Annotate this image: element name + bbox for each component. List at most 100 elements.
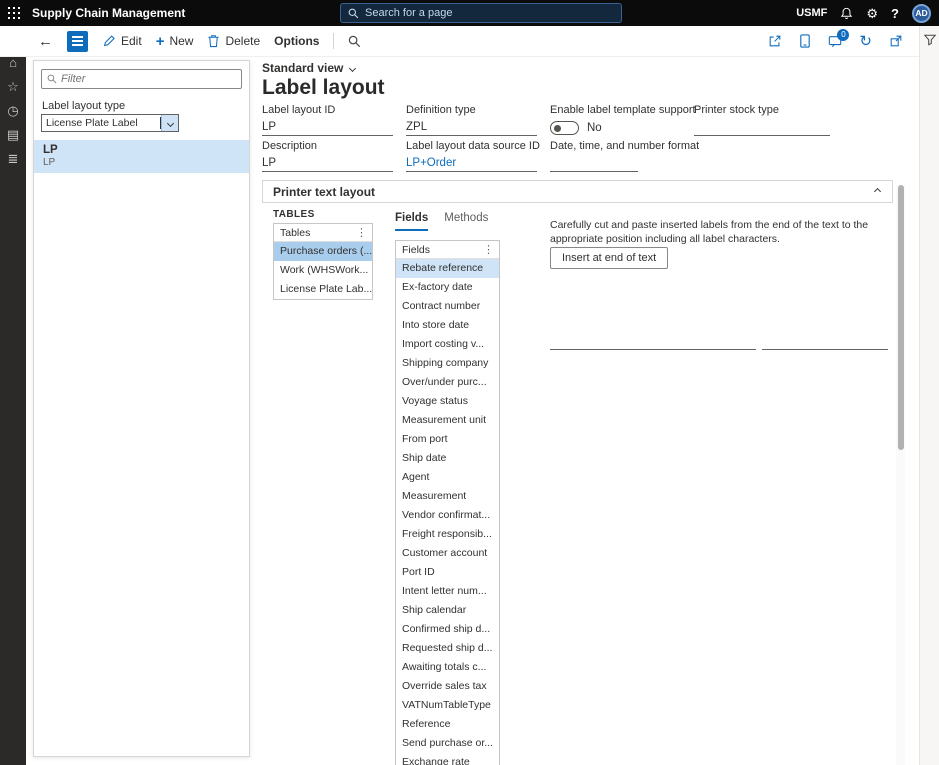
tab[interactable]: Methods <box>444 212 488 231</box>
field-data-source-id: Label layout data source ID LP+Order <box>406 140 537 172</box>
command-search-icon[interactable] <box>348 35 361 48</box>
tab-label: Fields <box>395 212 428 224</box>
insert-at-end-button[interactable]: Insert at end of text <box>550 247 668 269</box>
options-menu[interactable]: Options <box>274 34 319 48</box>
back-button[interactable]: ← <box>38 33 53 50</box>
tab[interactable]: Fields <box>395 212 428 231</box>
field-option[interactable]: Intent letter num... <box>396 582 499 601</box>
new-button[interactable]: + New <box>156 34 194 49</box>
label-text-field[interactable] <box>550 349 756 350</box>
tab-label: Methods <box>444 212 488 224</box>
field-option[interactable]: Exchange rate <box>396 753 499 765</box>
tables-header-label: Tables <box>280 227 310 239</box>
field-option[interactable]: Import costing v... <box>396 335 499 354</box>
field-option[interactable]: Ship date <box>396 449 499 468</box>
fields-header-label: Fields <box>402 244 430 256</box>
field-option[interactable]: Ex-factory date <box>396 278 499 297</box>
field-label: Label layout data source ID <box>406 140 537 152</box>
record-list-item[interactable]: LP LP <box>34 140 249 173</box>
table-option[interactable]: License Plate Lab... <box>274 280 372 299</box>
field-option[interactable]: From port <box>396 430 499 449</box>
field-option-label: Intent letter num... <box>402 585 487 597</box>
field-option[interactable]: Shipping company <box>396 354 499 373</box>
table-option[interactable]: Work (WHSWork... <box>274 261 372 280</box>
field-option[interactable]: Override sales tax <box>396 677 499 696</box>
field-input[interactable] <box>694 119 830 136</box>
settings-gear-icon[interactable]: ⚙ <box>866 7 878 20</box>
field-option[interactable]: Awaiting totals c... <box>396 658 499 677</box>
nav-pane-toggle-button[interactable] <box>67 31 88 52</box>
share-icon[interactable] <box>768 34 782 48</box>
printer-text-layout-section-header[interactable]: Printer text layout <box>262 180 893 203</box>
list-filter-input[interactable] <box>61 73 236 85</box>
field-option[interactable]: Measurement <box>396 487 499 506</box>
edit-button[interactable]: Edit <box>102 34 142 48</box>
list-filter-field[interactable] <box>41 69 242 89</box>
field-label-layout-id: Label layout ID LP <box>262 104 393 136</box>
favorites-star-icon[interactable]: ☆ <box>7 80 19 93</box>
notifications-bell-icon[interactable] <box>840 7 853 20</box>
field-option[interactable]: Customer account <box>396 544 499 563</box>
field-label: Description <box>262 140 393 152</box>
field-option-label: Into store date <box>402 319 469 331</box>
field-option[interactable]: Measurement unit <box>396 411 499 430</box>
workspaces-icon[interactable]: ▤ <box>7 128 19 141</box>
label-text-field[interactable] <box>762 349 888 350</box>
refresh-icon[interactable]: ↻ <box>859 34 872 49</box>
recent-clock-icon[interactable]: ◷ <box>7 104 18 117</box>
avatar[interactable]: AD <box>912 4 931 23</box>
field-option[interactable]: Requested ship d... <box>396 639 499 658</box>
instruction-text: Carefully cut and paste inserted labels … <box>550 218 898 246</box>
field-option[interactable]: Contract number <box>396 297 499 316</box>
more-options-icon[interactable]: ⋮ <box>481 243 496 256</box>
company-selector[interactable]: USMF <box>796 7 827 19</box>
mobile-device-icon[interactable] <box>799 34 811 48</box>
field-option[interactable]: Rebate reference <box>396 259 499 278</box>
combobox-dropdown-button[interactable] <box>161 115 178 131</box>
field-option[interactable]: Vendor confirmat... <box>396 506 499 525</box>
field-link-value[interactable]: LP+Order <box>406 155 537 172</box>
field-option[interactable]: Voyage status <box>396 392 499 411</box>
field-input[interactable]: LP <box>262 119 393 136</box>
fields-methods-tabs: Fields Methods <box>395 212 488 231</box>
field-option[interactable]: Port ID <box>396 563 499 582</box>
field-option[interactable]: Freight responsib... <box>396 525 499 544</box>
field-option[interactable]: VATNumTableType <box>396 696 499 715</box>
open-new-window-icon[interactable] <box>889 34 903 48</box>
tables-list: Purchase orders (... Work (WHSWork... Li… <box>274 242 372 299</box>
fields-listbox: Fields ⋮ Rebate reference Ex-factory dat… <box>395 240 500 765</box>
delete-button[interactable]: Delete <box>207 34 260 48</box>
scrollbar-thumb[interactable] <box>898 185 904 450</box>
field-option-label: Agent <box>402 471 429 483</box>
app-title[interactable]: Supply Chain Management <box>32 6 185 20</box>
app-launcher-icon[interactable] <box>0 0 28 26</box>
field-option[interactable]: Send purchase or... <box>396 734 499 753</box>
field-option[interactable]: Into store date <box>396 316 499 335</box>
fields-listbox-header: Fields ⋮ <box>396 241 499 259</box>
filter-funnel-icon[interactable] <box>924 34 936 765</box>
field-option-label: Requested ship d... <box>402 642 492 654</box>
more-options-icon[interactable]: ⋮ <box>354 226 369 239</box>
vertical-scrollbar[interactable] <box>896 185 905 765</box>
field-option[interactable]: Reference <box>396 715 499 734</box>
field-input[interactable]: LP <box>262 155 393 172</box>
field-option-label: Customer account <box>402 547 487 559</box>
collapse-section-button[interactable] <box>868 183 886 201</box>
template-support-toggle[interactable] <box>550 121 579 135</box>
table-option[interactable]: Purchase orders (... <box>274 242 372 261</box>
field-option[interactable]: Ship calendar <box>396 601 499 620</box>
message-center-icon[interactable]: 0 <box>828 35 842 48</box>
field-option[interactable]: Confirmed ship d... <box>396 620 499 639</box>
field-input[interactable] <box>550 155 638 172</box>
global-search-box[interactable]: Search for a page <box>340 3 622 23</box>
home-icon[interactable]: ⌂ <box>9 56 17 69</box>
field-input[interactable]: ZPL <box>406 119 537 136</box>
field-option[interactable]: Over/under purc... <box>396 373 499 392</box>
view-selector[interactable]: Standard view <box>262 61 355 75</box>
field-option[interactable]: Agent <box>396 468 499 487</box>
label-layout-type-combobox[interactable]: License Plate Label <box>41 114 179 132</box>
record-subtitle: LP <box>43 157 240 168</box>
modules-icon[interactable]: ≣ <box>8 152 19 165</box>
help-icon[interactable]: ? <box>891 7 899 20</box>
field-option-label: Ex-factory date <box>402 281 473 293</box>
